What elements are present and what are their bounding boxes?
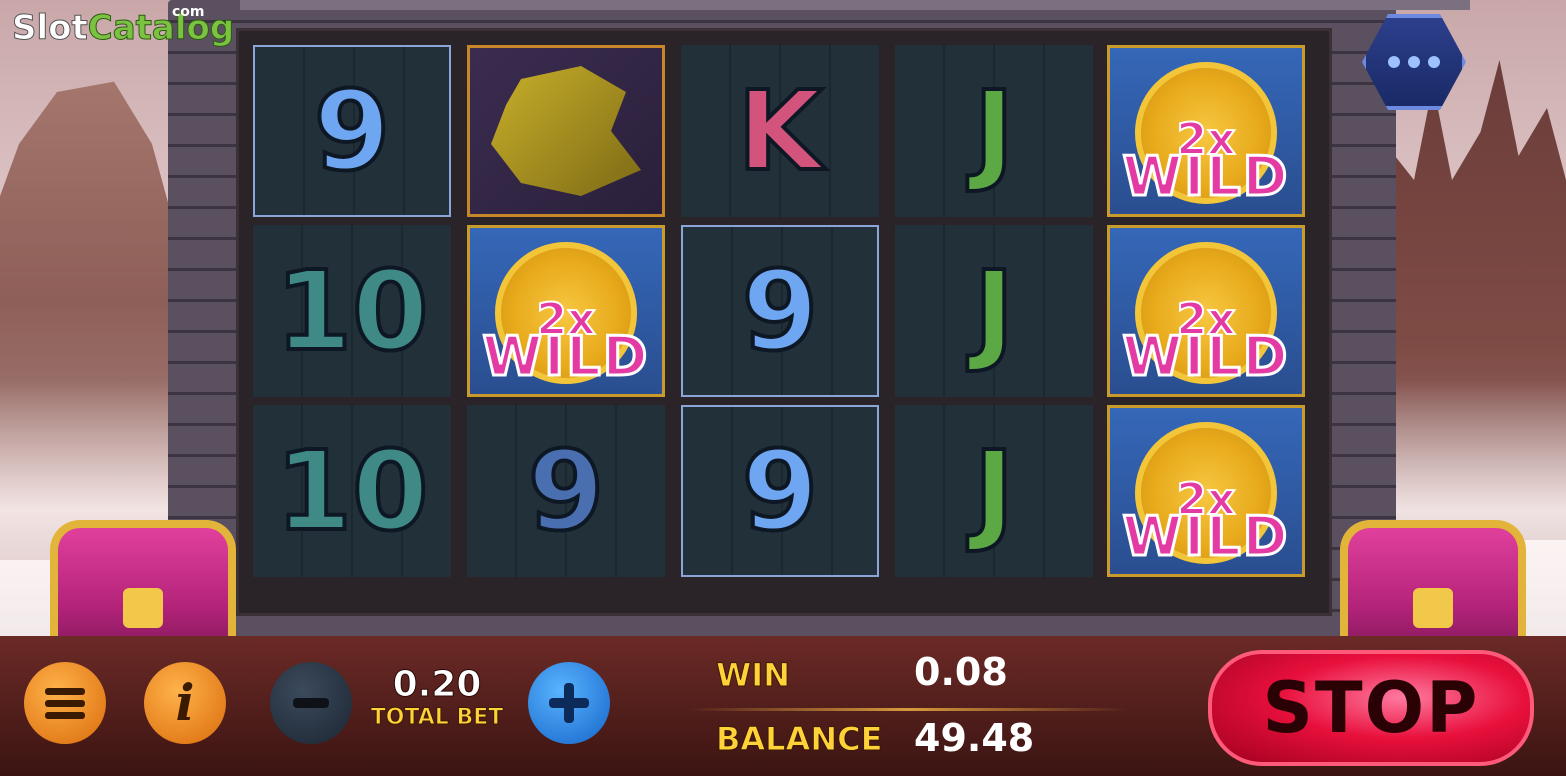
wild-symbol: 2x WILD [1107, 405, 1305, 577]
dot-icon [1408, 56, 1420, 68]
symbol-9: 9 [312, 67, 393, 195]
symbol-j: J [972, 67, 1017, 195]
symbol-9: 9 [526, 427, 607, 555]
wild-symbol: 2x WILD [1107, 45, 1305, 217]
wild-symbol: 2x WILD [1107, 225, 1305, 397]
game-scene: 9 K J 2x WILD 10 2x WILD 9 J 2x WILD 10 9 9 J 2x WILD Slo… [0, 0, 1566, 776]
symbol-j: J [972, 247, 1017, 375]
reel-cell: J [895, 225, 1093, 397]
reel-cell: 9 [681, 405, 879, 577]
plus-icon [549, 683, 589, 723]
reel-cell: 10 [253, 225, 451, 397]
stop-button[interactable]: STOP [1208, 650, 1534, 766]
symbol-10: 10 [273, 247, 430, 375]
minus-icon [293, 698, 329, 708]
reel-cell: 9 [681, 225, 879, 397]
wild-label: WILD [1121, 504, 1290, 570]
info-button[interactable]: i [144, 662, 226, 744]
chest-lock-icon [123, 588, 163, 628]
symbol-k: K [735, 67, 824, 195]
chest-lock-icon [1413, 588, 1453, 628]
symbol-j: J [972, 427, 1017, 555]
divider [688, 708, 1128, 711]
total-bet-label: TOTAL BET [370, 705, 504, 731]
logo-slot-text: Slot [12, 8, 89, 49]
total-bet-value: 0.20 [392, 664, 482, 706]
total-bet-display: 0.20 TOTAL BET [358, 664, 516, 744]
reel-cell: J [895, 405, 1093, 577]
balance-label: BALANCE [715, 720, 883, 759]
logo-catalog-text: Catalog [87, 8, 235, 49]
reel-cell: 9 [467, 405, 665, 577]
reel-cell: J [895, 45, 1093, 217]
dragon-icon [491, 66, 641, 196]
stop-label: STOP [1262, 667, 1480, 749]
wild-label: WILD [1121, 324, 1290, 390]
reel-cell: K [681, 45, 879, 217]
reel-cell: 10 [253, 405, 451, 577]
frame-top [240, 0, 1470, 10]
wild-label: WILD [481, 324, 650, 390]
win-value: 0.08 [914, 650, 1008, 694]
symbol-9: 9 [740, 247, 821, 375]
slotcatalog-logo: SlotCatalog com [12, 4, 235, 49]
symbol-9: 9 [740, 427, 821, 555]
balance-value: 49.48 [914, 716, 1035, 760]
dot-icon [1388, 56, 1400, 68]
reel-grid: 9 K J 2x WILD 10 2x WILD 9 J 2x WILD 10 9 9 J 2x WILD [236, 28, 1332, 616]
dot-icon [1428, 56, 1440, 68]
reel-cell: 9 [253, 45, 451, 217]
menu-button[interactable] [24, 662, 106, 744]
dragon-symbol [467, 45, 665, 217]
wild-symbol: 2x WILD [467, 225, 665, 397]
info-icon: i [175, 673, 195, 732]
wild-label: WILD [1121, 144, 1290, 210]
win-label: WIN [716, 656, 791, 695]
increase-bet-button[interactable] [528, 662, 610, 744]
symbol-10: 10 [273, 427, 430, 555]
decrease-bet-button[interactable] [270, 662, 352, 744]
logo-com-text: com [172, 4, 205, 20]
hamburger-icon [45, 683, 85, 724]
